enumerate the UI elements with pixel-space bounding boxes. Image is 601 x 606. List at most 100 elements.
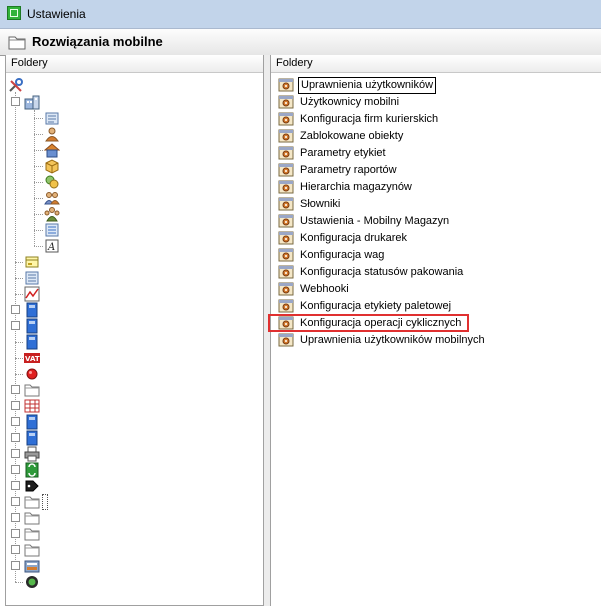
- list-item[interactable]: Konfiguracja statusów pakowania: [276, 264, 596, 281]
- box-icon: [44, 158, 60, 174]
- tree-item-firma-child[interactable]: [6, 158, 256, 174]
- tree-item-formy-p-atno-ci[interactable]: [6, 254, 256, 270]
- tree-item-firma-child[interactable]: A: [6, 238, 256, 254]
- list-item-label: Konfiguracja firm kurierskich: [300, 113, 439, 125]
- list-header: Foldery: [271, 55, 601, 73]
- tree-item-szablony-wydruku[interactable]: [6, 526, 256, 542]
- symfonia-icon: [24, 574, 40, 590]
- tree-item-wsp-praca-z-modu-ami[interactable]: [6, 462, 256, 478]
- list-item[interactable]: Uprawnienia użytkowników mobilnych: [276, 332, 596, 349]
- expand-toggle[interactable]: [11, 449, 20, 458]
- settings-item-icon: [278, 145, 294, 161]
- tree-item-s-owniki[interactable]: [6, 318, 256, 334]
- list-item[interactable]: Hierarchia magazynów: [276, 179, 596, 196]
- tree-item-firma-child[interactable]: [6, 142, 256, 158]
- list-item[interactable]: Parametry raportów: [276, 162, 596, 179]
- blue-book-icon: [24, 414, 40, 430]
- settings-item-icon: [278, 281, 294, 297]
- tree-connector: [15, 374, 23, 375]
- list-item[interactable]: Użytkownicy mobilni: [276, 94, 596, 111]
- settings-item-icon: [278, 179, 294, 195]
- content-pane: Foldery Uprawnienia użytkowników Użytkown…: [270, 55, 601, 606]
- tree-item-firma-child[interactable]: [6, 174, 256, 190]
- settings-item-icon: [278, 162, 294, 178]
- tree-item-firma-child[interactable]: [6, 110, 256, 126]
- folder-icon: [24, 494, 40, 510]
- expand-toggle[interactable]: [11, 433, 20, 442]
- settings-item-icon: [278, 315, 294, 331]
- expand-toggle[interactable]: [11, 545, 20, 554]
- page-title: Rozwiązania mobilne: [32, 34, 163, 49]
- list-item[interactable]: Konfiguracja drukarek: [276, 230, 596, 247]
- tree-item-kursy-walutowe[interactable]: [6, 286, 256, 302]
- tree-item-w-asne-pola[interactable]: [6, 414, 256, 430]
- tree-item-urz-dzenia[interactable]: [6, 446, 256, 462]
- tree-item-wymiary-analityczne[interactable]: [6, 430, 256, 446]
- list-item[interactable]: Słowniki: [276, 196, 596, 213]
- tree-connector: [15, 358, 23, 359]
- tree-item-s-owniki-u-ytkownika[interactable]: [6, 334, 256, 350]
- tree-item-typy-dokument-w[interactable]: [6, 382, 256, 398]
- list-item-label: Ustawienia - Mobilny Magazyn: [300, 215, 450, 227]
- tree-item-opisy-dokument-w[interactable]: [6, 302, 256, 318]
- settings-item-icon: [278, 213, 294, 229]
- expand-toggle[interactable]: [11, 465, 20, 474]
- settings-item-icon: [278, 94, 294, 110]
- tree-item-znaczniki[interactable]: [6, 478, 256, 494]
- tree-connector: [34, 198, 43, 199]
- list-item[interactable]: Webhooki: [276, 281, 596, 298]
- expand-toggle[interactable]: [11, 561, 20, 570]
- expand-toggle[interactable]: [11, 401, 20, 410]
- expand-toggle[interactable]: [11, 497, 20, 506]
- tree-root[interactable]: [6, 78, 256, 94]
- collapse-toggle[interactable]: [11, 97, 20, 106]
- tree-connector: [15, 294, 23, 295]
- list-item-label: Uprawnienia użytkowników mobilnych: [300, 334, 485, 346]
- users-icon: [44, 190, 60, 206]
- list-item[interactable]: Ustawienia - Mobilny Magazyn: [276, 213, 596, 230]
- list-item[interactable]: Konfiguracja wag: [276, 247, 596, 264]
- list-item[interactable]: Zablokowane obiekty: [276, 128, 596, 145]
- settings-item-icon: [278, 298, 294, 314]
- list-item-label: Parametry raportów: [300, 164, 397, 176]
- tree-item-parametry-intrastat[interactable]: [6, 270, 256, 286]
- tree-item-typy-rejestr-w[interactable]: [6, 398, 256, 414]
- tree-item-firma-child[interactable]: [6, 190, 256, 206]
- list-item-label: Hierarchia magazynów: [300, 181, 412, 193]
- tree-item-stawki-vat[interactable]: VAT: [6, 350, 256, 366]
- tree-item-firma-child[interactable]: [6, 206, 256, 222]
- list-item-label: Webhooki: [300, 283, 349, 295]
- tree-item-integracja-z-sod[interactable]: [6, 542, 256, 558]
- tree-connector: [15, 278, 23, 279]
- tree-item-typy-cen[interactable]: [6, 366, 256, 382]
- list-item[interactable]: Konfiguracja firm kurierskich: [276, 111, 596, 128]
- tree-item-firma-child[interactable]: [6, 222, 256, 238]
- payment-forms-icon: [24, 254, 40, 270]
- tree-item-firma[interactable]: [6, 94, 256, 110]
- expand-toggle[interactable]: [11, 385, 20, 394]
- expand-toggle[interactable]: [11, 417, 20, 426]
- tree-item-rozwi-zania-mobilne[interactable]: [6, 494, 256, 510]
- expand-toggle[interactable]: [11, 321, 20, 330]
- settings-item-icon: [278, 230, 294, 246]
- tree-item-contact-manager[interactable]: [6, 558, 256, 574]
- blue-book-icon: [24, 334, 40, 350]
- list-item[interactable]: Parametry etykiet: [276, 145, 596, 162]
- company-icon: [24, 94, 40, 110]
- tree-connector: [34, 182, 43, 183]
- list-item[interactable]: Konfiguracja etykiety paletowej: [276, 298, 596, 315]
- blue-book-icon: [24, 318, 40, 334]
- folder-icon: [24, 542, 40, 558]
- list-item[interactable]: Konfiguracja operacji cyklicznych: [276, 315, 596, 332]
- expand-toggle[interactable]: [11, 481, 20, 490]
- tree-item-firma-child[interactable]: [6, 126, 256, 142]
- expand-toggle[interactable]: [11, 513, 20, 522]
- chart-icon: [24, 286, 40, 302]
- title-bar: Ustawienia: [0, 0, 601, 29]
- list-item[interactable]: Uprawnienia użytkowników: [276, 77, 596, 94]
- tree-item-symfonia[interactable]: [6, 574, 256, 590]
- expand-toggle[interactable]: [11, 305, 20, 314]
- expand-toggle[interactable]: [11, 529, 20, 538]
- contact-icon: [24, 558, 40, 574]
- tree-item-ustawienia-ksef[interactable]: [6, 510, 256, 526]
